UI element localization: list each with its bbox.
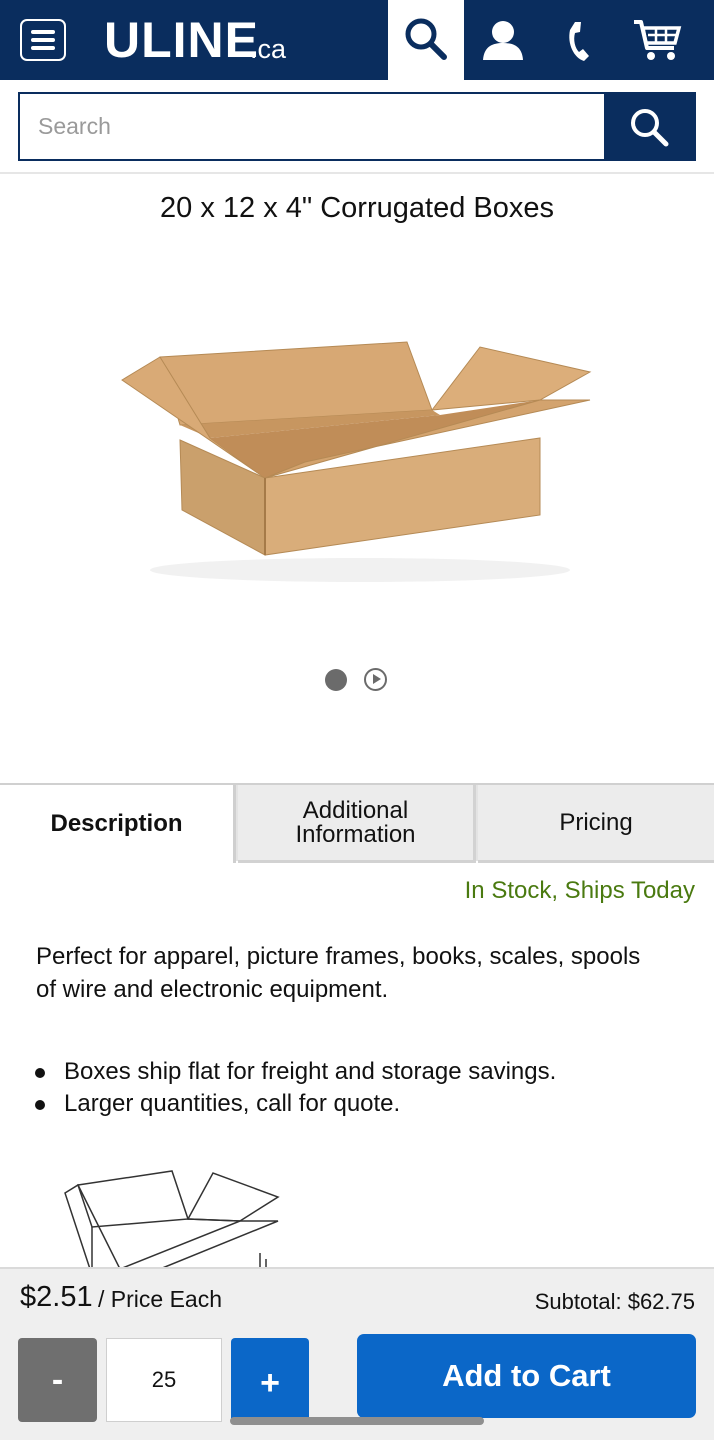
product-tabs: Description Additional Information Prici…	[0, 783, 714, 863]
quantity-increment-button[interactable]: +	[231, 1338, 309, 1422]
divider	[0, 172, 714, 174]
search-icon	[631, 109, 669, 147]
stock-status: In Stock, Ships Today	[464, 877, 695, 904]
search-input[interactable]	[18, 92, 606, 161]
product-title: 20 x 12 x 4" Corrugated Boxes	[160, 192, 554, 224]
account-icon[interactable]	[480, 18, 526, 67]
tab-pricing[interactable]: Pricing	[478, 785, 714, 863]
menu-icon[interactable]	[20, 19, 66, 61]
list-item: Boxes ship flat for freight and storage …	[35, 1056, 684, 1088]
product-image[interactable]	[110, 300, 604, 630]
add-to-cart-button[interactable]: Add to Cart	[357, 1334, 696, 1418]
tab-additional-information[interactable]: Additional Information	[238, 785, 476, 863]
quantity-input[interactable]	[106, 1338, 222, 1422]
box-diagram	[60, 1165, 290, 1269]
subtotal: Subtotal: $62.75	[534, 1289, 695, 1314]
unit-price: $2.51	[20, 1281, 93, 1313]
tab-additional-information-label: Additional Information	[295, 796, 416, 848]
search-submit-button[interactable]	[604, 92, 696, 161]
quantity-decrement-button[interactable]: -	[18, 1338, 97, 1422]
home-indicator	[230, 1417, 484, 1425]
product-description: Perfect for apparel, picture frames, boo…	[36, 943, 641, 1003]
carousel-dot-image[interactable]	[325, 669, 347, 691]
search-bar	[18, 92, 696, 161]
list-item: Larger quantities, call for quote.	[35, 1088, 684, 1120]
site-logo-suffix[interactable]: .ca	[250, 34, 286, 64]
cart-icon[interactable]	[632, 18, 682, 67]
top-nav-bar: ULINE .ca	[0, 0, 714, 80]
tab-description[interactable]: Description	[0, 785, 236, 863]
search-icon[interactable]	[388, 0, 464, 80]
site-logo[interactable]: ULINE	[104, 14, 259, 66]
feature-list: Boxes ship flat for freight and storage …	[35, 1056, 684, 1120]
play-icon[interactable]	[364, 668, 387, 691]
price-label: / Price Each	[98, 1286, 222, 1312]
phone-icon[interactable]	[566, 20, 594, 67]
